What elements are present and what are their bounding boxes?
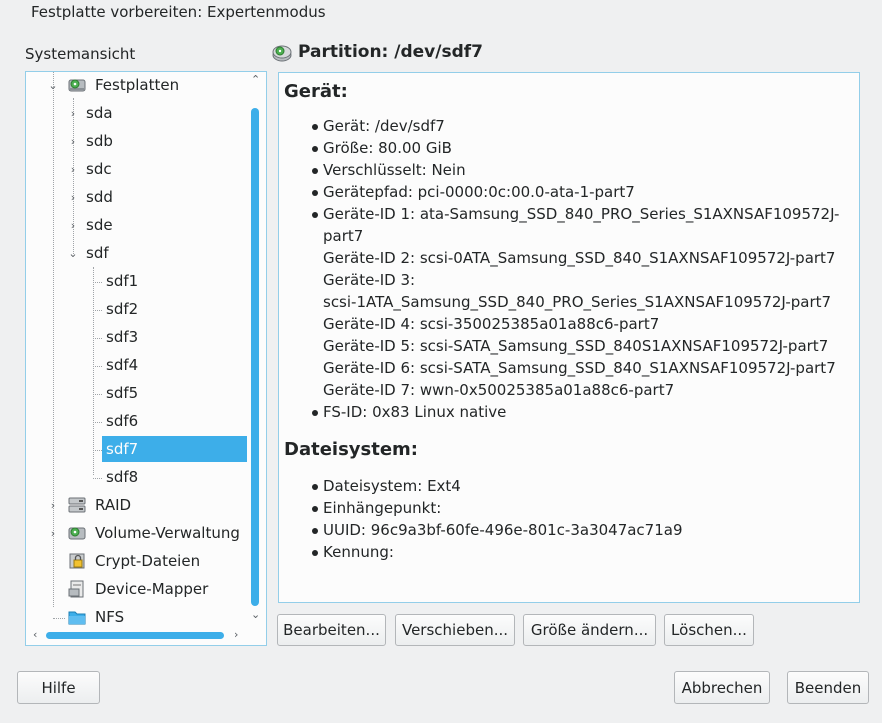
collapse-sdf-chevron-icon[interactable]: ⌄ — [66, 247, 80, 261]
tree-item-sdf3[interactable]: sdf3 — [106, 324, 138, 350]
detail-device-id-1: Geräte-ID 1: ata-Samsung_SSD_840_PRO_Ser… — [323, 205, 840, 223]
tree-vertical-scrollbar[interactable] — [251, 108, 259, 606]
partition-details-panel: Gerät: Gerät: /dev/sdf7 Größe: 80.00 GiB… — [278, 72, 860, 603]
delete-button[interactable]: Löschen... — [664, 614, 754, 646]
tree-item-sdf8[interactable]: sdf8 — [106, 464, 138, 490]
bullet — [312, 168, 318, 174]
nfs-folder-icon — [68, 608, 86, 626]
detail-device-path: Gerätepfad: pci-0000:0c:00.0-ata-1-part7 — [323, 183, 635, 201]
tree-item-sdf4[interactable]: sdf4 — [106, 352, 138, 378]
detail-mount-point: Einhängepunkt: — [323, 499, 442, 517]
tree-horizontal-scrollbar[interactable] — [46, 632, 224, 639]
harddisk-icon — [68, 76, 86, 94]
expand-raid-chevron-icon[interactable]: › — [46, 499, 60, 513]
detail-device-id-5: Geräte-ID 5: scsi-SATA_Samsung_SSD_840S1… — [323, 337, 829, 355]
bullet — [312, 146, 318, 152]
device-mapper-icon — [68, 580, 86, 598]
scroll-left-arrow-icon[interactable]: ‹ — [33, 628, 37, 641]
partition-title: Partition: /dev/sdf7 — [298, 42, 483, 62]
detail-size: Größe: 80.00 GiB — [323, 139, 452, 157]
detail-device-id-7: Geräte-ID 7: wwn-0x50025385a01a88c6-part… — [323, 381, 675, 399]
detail-device-id-2: Geräte-ID 2: scsi-0ATA_Samsung_SSD_840_S… — [323, 249, 836, 267]
tree-item-sda[interactable]: sda — [86, 100, 113, 126]
tree-item-raid[interactable]: RAID — [95, 492, 131, 518]
bullet — [312, 410, 318, 416]
bullet — [312, 506, 318, 512]
device-section-heading: Gerät: — [284, 81, 348, 102]
expand-sdd-chevron-icon[interactable]: › — [66, 191, 80, 205]
help-button[interactable]: Hilfe — [17, 671, 100, 704]
tree-item-nfs[interactable]: NFS — [95, 604, 124, 630]
volume-management-icon — [68, 524, 86, 542]
detail-encrypted: Verschlüsselt: Nein — [323, 161, 466, 179]
detail-device: Gerät: /dev/sdf7 — [323, 117, 445, 135]
finish-button[interactable]: Beenden — [787, 671, 869, 704]
tree-item-sde[interactable]: sde — [86, 212, 113, 238]
bullet — [312, 484, 318, 490]
tree-item-sdd[interactable]: sdd — [86, 184, 113, 210]
edit-button[interactable]: Bearbeiten... — [277, 614, 386, 646]
detail-device-id-1-cont: part7 — [323, 227, 364, 245]
tree-item-sdf5[interactable]: sdf5 — [106, 380, 138, 406]
detail-device-id-4: Geräte-ID 4: scsi-350025385a01a88c6-part… — [323, 315, 660, 333]
detail-filesystem: Dateisystem: Ext4 — [323, 477, 461, 495]
tree-item-device-mapper[interactable]: Device-Mapper — [95, 576, 208, 602]
window-title: Festplatte vorbereiten: Expertenmodus — [31, 3, 326, 21]
tree-item-sdf2[interactable]: sdf2 — [106, 296, 138, 322]
detail-device-id-3-cont: scsi-1ATA_Samsung_SSD_840_PRO_Series_S1A… — [323, 293, 832, 311]
scroll-right-arrow-icon[interactable]: › — [234, 628, 238, 641]
bullet — [312, 550, 318, 556]
tree-item-sdb[interactable]: sdb — [86, 128, 113, 154]
bullet — [312, 190, 318, 196]
tree-item-volume-verwaltung[interactable]: Volume-Verwaltung — [95, 520, 240, 546]
expand-sda-chevron-icon[interactable]: › — [66, 107, 80, 121]
scroll-up-arrow-icon[interactable]: ⌃ — [251, 73, 260, 86]
expand-sde-chevron-icon[interactable]: › — [66, 219, 80, 233]
detail-label: Kennung: — [323, 543, 394, 561]
detail-device-id-6: Geräte-ID 6: scsi-SATA_Samsung_SSD_840_S… — [323, 359, 836, 377]
tree-item-crypt-dateien[interactable]: Crypt-Dateien — [95, 548, 200, 574]
move-button[interactable]: Verschieben... — [395, 614, 515, 646]
expand-volume-chevron-icon[interactable]: › — [46, 527, 60, 541]
system-view-label: Systemansicht — [25, 45, 136, 63]
tree-item-festplatten[interactable]: Festplatten — [95, 72, 179, 98]
collapse-festplatten-chevron-icon[interactable]: ⌄ — [46, 79, 60, 93]
cancel-button[interactable]: Abbrechen — [674, 671, 770, 704]
filesystem-section-heading: Dateisystem: — [284, 439, 418, 460]
tree-item-sdf7-selected[interactable]: sdf7 — [102, 436, 247, 462]
expand-sdc-chevron-icon[interactable]: › — [66, 163, 80, 177]
tree-item-sdc[interactable]: sdc — [86, 156, 112, 182]
partition-icon — [272, 43, 292, 67]
lock-icon — [68, 552, 86, 570]
resize-button[interactable]: Größe ändern... — [523, 614, 656, 646]
expand-sdb-chevron-icon[interactable]: › — [66, 135, 80, 149]
tree-item-sdf1[interactable]: sdf1 — [106, 268, 138, 294]
raid-icon — [68, 496, 86, 514]
bullet — [312, 528, 318, 534]
detail-uuid: UUID: 96c9a3bf-60fe-496e-801c-3a3047ac71… — [323, 521, 683, 539]
detail-fs-id: FS-ID: 0x83 Linux native — [323, 403, 507, 421]
tree-item-sdf6[interactable]: sdf6 — [106, 408, 138, 434]
bullet — [312, 124, 318, 130]
scroll-down-arrow-icon[interactable]: ⌄ — [251, 608, 260, 621]
system-tree[interactable]: ⌄ Festplatten › sda › sdb › sdc › sdd › … — [25, 71, 267, 646]
detail-device-id-3: Geräte-ID 3: — [323, 271, 416, 289]
bullet — [312, 212, 318, 218]
tree-item-sdf[interactable]: sdf — [86, 240, 109, 266]
